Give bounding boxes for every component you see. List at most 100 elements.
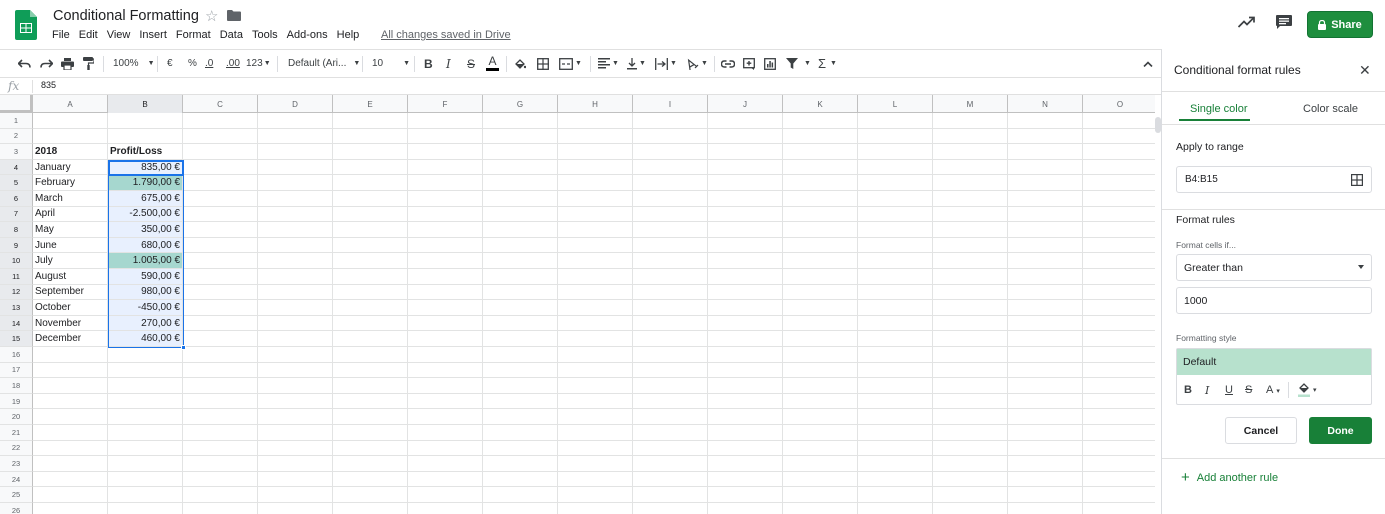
redo-icon[interactable]	[40, 50, 53, 77]
cell-c26[interactable]	[183, 503, 258, 514]
cell-l10[interactable]	[858, 253, 933, 269]
cell-c12[interactable]	[183, 284, 258, 301]
cell-f3[interactable]	[408, 144, 483, 160]
cancel-button[interactable]: Cancel	[1225, 417, 1297, 444]
cell-g13[interactable]	[483, 300, 558, 316]
cell-d25[interactable]	[258, 487, 333, 503]
cell-m4[interactable]	[933, 159, 1008, 176]
cell-g23[interactable]	[483, 456, 558, 472]
cell-e4[interactable]	[333, 159, 408, 176]
cell-h26[interactable]	[558, 503, 633, 514]
cell-c7[interactable]	[183, 206, 258, 223]
cell-d23[interactable]	[258, 456, 333, 472]
cell-g6[interactable]	[483, 191, 558, 207]
cell-g3[interactable]	[483, 144, 558, 160]
cell-m21[interactable]	[933, 425, 1008, 441]
cell-n2[interactable]	[1008, 128, 1083, 145]
cell-a2[interactable]	[33, 128, 108, 145]
condition-select[interactable]: Greater than	[1176, 254, 1372, 281]
cell-n20[interactable]	[1008, 409, 1083, 425]
cell-f15[interactable]	[408, 331, 483, 347]
cell-k13[interactable]	[783, 300, 858, 316]
cell-f10[interactable]	[408, 253, 483, 269]
cell-a9[interactable]: June	[33, 237, 108, 254]
cell-i26[interactable]	[633, 503, 708, 514]
style-preview-select[interactable]: Default	[1177, 349, 1371, 375]
fill-handle[interactable]	[181, 345, 186, 350]
cell-g15[interactable]	[483, 331, 558, 347]
style-bold-button[interactable]: B	[1184, 384, 1192, 396]
row-header[interactable]: 3	[0, 144, 33, 160]
cell-j2[interactable]	[708, 128, 783, 145]
text-wrap-icon[interactable]: ▼	[655, 50, 677, 77]
font-size-select[interactable]: 10 ▼	[372, 50, 410, 77]
column-header-i[interactable]: I	[633, 95, 708, 113]
row-header[interactable]: 12	[0, 284, 33, 301]
font-family-select[interactable]: Default (Ari... ▼	[288, 50, 360, 77]
cell-k12[interactable]	[783, 284, 858, 301]
cell-h16[interactable]	[558, 347, 633, 363]
cell-i18[interactable]	[633, 378, 708, 394]
row-header[interactable]: 25	[0, 487, 33, 503]
cell-k24[interactable]	[783, 471, 858, 488]
cell-a15[interactable]: December	[33, 331, 108, 347]
cell-e26[interactable]	[333, 503, 408, 514]
row-header[interactable]: 4	[0, 159, 33, 176]
cell-n12[interactable]	[1008, 284, 1083, 301]
cell-k7[interactable]	[783, 206, 858, 223]
cell-n5[interactable]	[1008, 175, 1083, 191]
cell-j14[interactable]	[708, 315, 783, 332]
cell-j24[interactable]	[708, 471, 783, 488]
cell-c14[interactable]	[183, 315, 258, 332]
column-header-n[interactable]: N	[1008, 95, 1083, 113]
cell-b7[interactable]: -2.500,00 €	[108, 206, 183, 223]
select-all-corner[interactable]	[0, 95, 33, 113]
cell-b9[interactable]: 680,00 €	[108, 237, 183, 254]
cell-a24[interactable]	[33, 471, 108, 488]
cell-a12[interactable]: September	[33, 284, 108, 301]
cell-c9[interactable]	[183, 237, 258, 254]
cell-f21[interactable]	[408, 425, 483, 441]
cell-d12[interactable]	[258, 284, 333, 301]
cell-o3[interactable]	[1083, 144, 1155, 160]
cell-h8[interactable]	[558, 222, 633, 238]
cell-n10[interactable]	[1008, 253, 1083, 269]
cell-m17[interactable]	[933, 362, 1008, 379]
cell-l23[interactable]	[858, 456, 933, 472]
cell-l12[interactable]	[858, 284, 933, 301]
cell-j3[interactable]	[708, 144, 783, 160]
menu-view[interactable]: View	[107, 29, 131, 45]
borders-icon[interactable]	[537, 50, 549, 77]
insert-chart-icon[interactable]	[764, 50, 776, 77]
cell-f12[interactable]	[408, 284, 483, 301]
cell-l13[interactable]	[858, 300, 933, 316]
cell-e20[interactable]	[333, 409, 408, 425]
row-header[interactable]: 24	[0, 471, 33, 488]
cell-h7[interactable]	[558, 206, 633, 223]
cell-n16[interactable]	[1008, 347, 1083, 363]
row-header[interactable]: 17	[0, 362, 33, 379]
tab-color-scale[interactable]: Color scale	[1303, 103, 1358, 115]
cell-h3[interactable]	[558, 144, 633, 160]
cell-a19[interactable]	[33, 393, 108, 410]
column-header-c[interactable]: C	[183, 95, 258, 113]
cell-n17[interactable]	[1008, 362, 1083, 379]
cell-g19[interactable]	[483, 393, 558, 410]
cell-i24[interactable]	[633, 471, 708, 488]
cell-d6[interactable]	[258, 191, 333, 207]
cell-j26[interactable]	[708, 503, 783, 514]
cell-g14[interactable]	[483, 315, 558, 332]
cell-m14[interactable]	[933, 315, 1008, 332]
cell-o20[interactable]	[1083, 409, 1155, 425]
cell-d9[interactable]	[258, 237, 333, 254]
cell-d19[interactable]	[258, 393, 333, 410]
cell-h21[interactable]	[558, 425, 633, 441]
menu-format[interactable]: Format	[176, 29, 211, 45]
cell-o22[interactable]	[1083, 441, 1155, 457]
cell-h4[interactable]	[558, 159, 633, 176]
format-percent-button[interactable]: %	[188, 50, 197, 77]
cell-o6[interactable]	[1083, 191, 1155, 207]
row-header[interactable]: 13	[0, 300, 33, 316]
cell-b4[interactable]: 835,00 €	[108, 159, 183, 176]
column-header-g[interactable]: G	[483, 95, 558, 113]
